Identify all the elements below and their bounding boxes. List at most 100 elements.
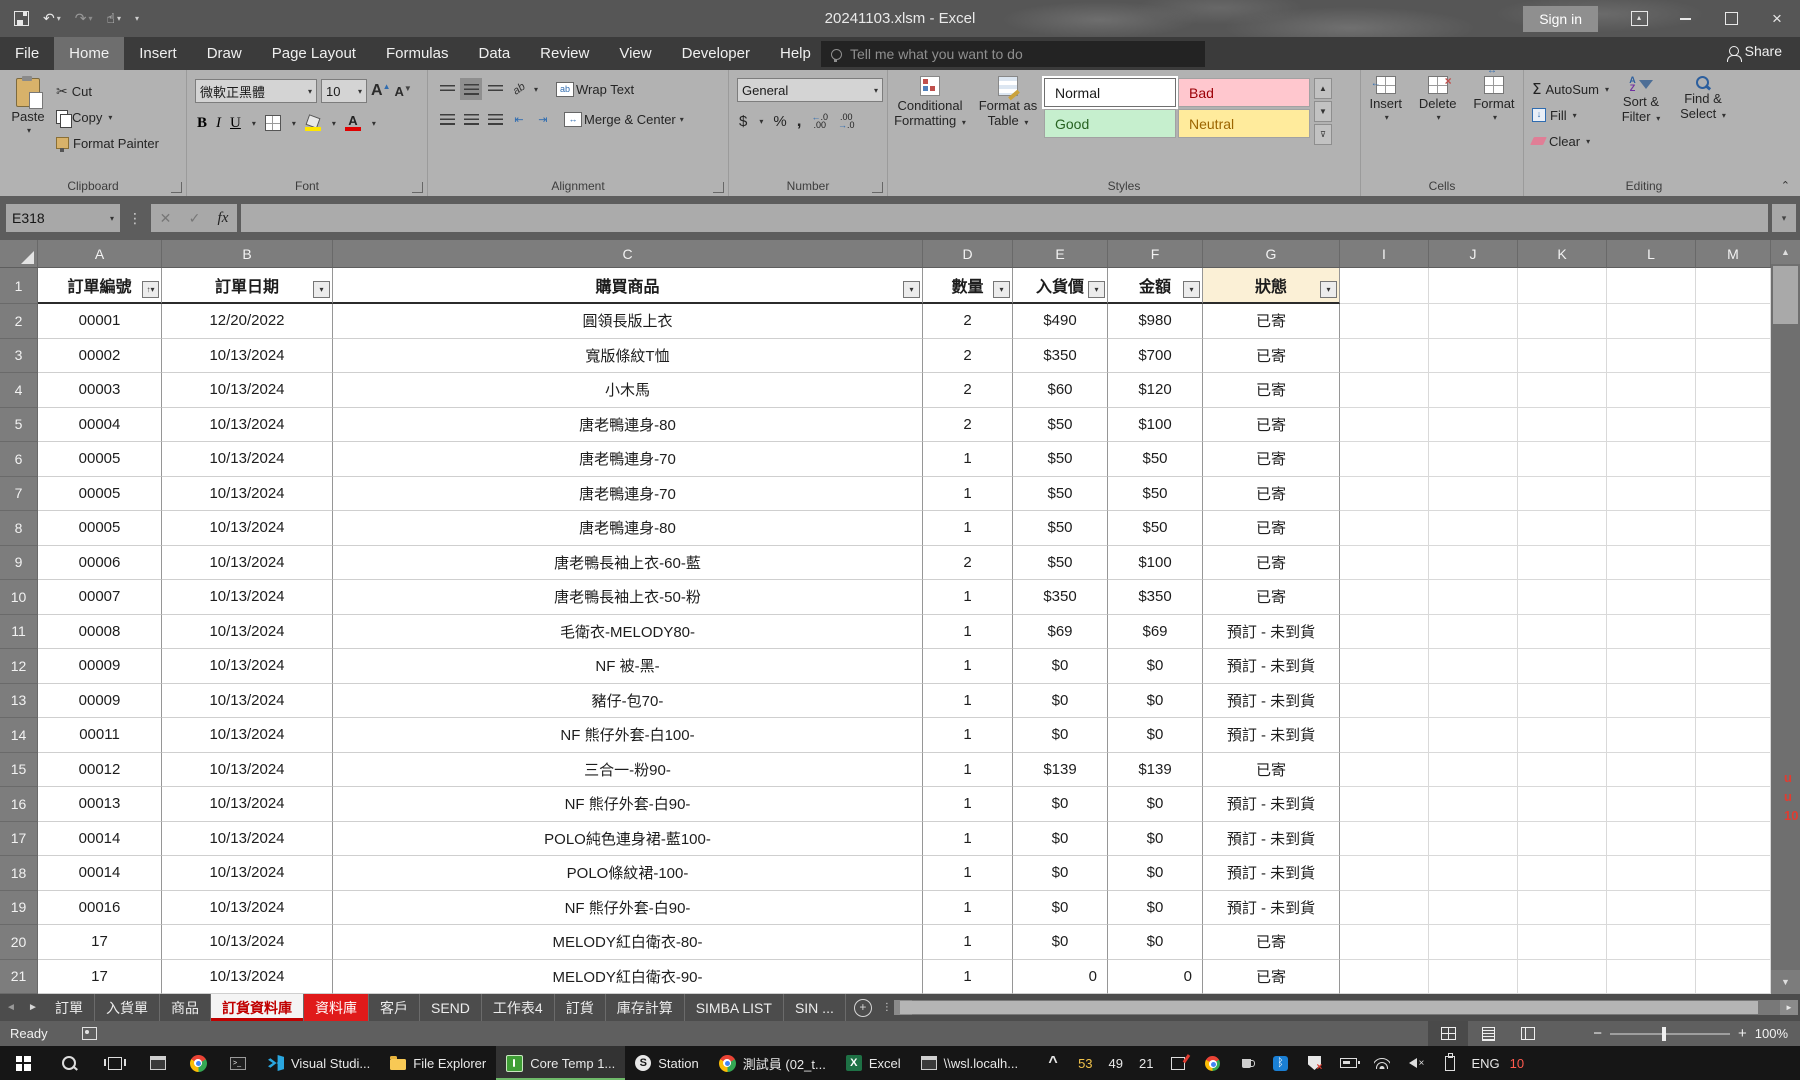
horizontal-scroll-thumb[interactable] [900,1001,1758,1014]
volume-button[interactable]: × [1399,1058,1433,1069]
sheet-nav-left[interactable]: ◄ [0,994,22,1021]
cell-A6[interactable]: 00005 [38,442,162,477]
cell-L13[interactable] [1607,684,1696,719]
column-header-B[interactable]: B [162,240,333,268]
cell-I2[interactable] [1340,304,1429,339]
row-header-19[interactable]: 19 [0,891,38,926]
save-button[interactable] [14,11,29,26]
cell-M4[interactable] [1696,373,1771,408]
cell-E6[interactable]: $50 [1013,442,1108,477]
insert-function-button[interactable]: fx [218,210,229,227]
taskbar-button--wsl-localh-[interactable]: \\wsl.localh... [911,1046,1028,1080]
cell-I7[interactable] [1340,477,1429,512]
row-header-3[interactable]: 3 [0,339,38,374]
column-header-F[interactable]: F [1108,240,1203,268]
cell-style-normal[interactable]: Normal [1044,78,1176,107]
cell-M19[interactable] [1696,891,1771,926]
decrease-font-button[interactable]: A▼ [394,84,411,99]
row-header-2[interactable]: 2 [0,304,38,339]
cell-L12[interactable] [1607,649,1696,684]
sheet-tab-6[interactable]: 客戶 [369,994,420,1021]
name-box[interactable]: E318▾ [6,204,120,232]
cell-J7[interactable] [1429,477,1518,512]
row-header-1[interactable]: 1 [0,268,38,304]
cell-J5[interactable] [1429,408,1518,443]
menu-tab-draw[interactable]: Draw [192,37,257,70]
cell-F5[interactable]: $100 [1108,408,1203,443]
cell-K8[interactable] [1518,511,1607,546]
redo-button[interactable]: ↷▾ [75,10,93,27]
cell-M2[interactable] [1696,304,1771,339]
clear-button[interactable]: Clear▾ [1532,128,1609,154]
app-tray-button[interactable] [1229,1059,1263,1068]
column-header-D[interactable]: D [923,240,1013,268]
formula-input[interactable] [241,204,1768,232]
cell-D3[interactable]: 2 [923,339,1013,374]
column-header-I[interactable]: I [1340,240,1429,268]
vertical-scrollbar[interactable]: ▲ ▼ [1771,240,1800,994]
cell-B21[interactable]: 10/13/2024 [162,960,333,995]
share-button[interactable]: Share [1729,43,1782,59]
select-all-corner[interactable] [0,240,38,268]
taskbar-button-file-explorer[interactable]: File Explorer [380,1046,496,1080]
zoom-slider[interactable] [1610,1033,1730,1035]
cell-I10[interactable] [1340,580,1429,615]
new-sheet-button[interactable]: + [854,999,872,1017]
cell-C20[interactable]: MELODY紅白衛衣-80- [333,925,923,960]
borders-icon[interactable] [265,115,281,131]
menu-tab-home[interactable]: Home [54,37,124,70]
sheet-tab-11[interactable]: SIMBA LIST [685,994,784,1021]
cell-J11[interactable] [1429,615,1518,650]
cell-B8[interactable]: 10/13/2024 [162,511,333,546]
terminal-pinned-button[interactable]: >_ [218,1046,258,1080]
cell-F4[interactable]: $120 [1108,373,1203,408]
zoom-level[interactable]: 100% [1755,1026,1788,1041]
menu-tab-review[interactable]: Review [525,37,604,70]
cell-I6[interactable] [1340,442,1429,477]
cell-I16[interactable] [1340,787,1429,822]
cell-J19[interactable] [1429,891,1518,926]
cell-F2[interactable]: $980 [1108,304,1203,339]
menu-tab-developer[interactable]: Developer [667,37,765,70]
cell-B1[interactable]: 訂單日期▾ [162,268,333,304]
column-header-G[interactable]: G [1203,240,1340,268]
close-button[interactable]: × [1754,0,1800,37]
cell-A19[interactable]: 00016 [38,891,162,926]
cell-M6[interactable] [1696,442,1771,477]
cell-I17[interactable] [1340,822,1429,857]
sheet-tab-4[interactable]: 訂貨資料庫 [211,994,304,1021]
cell-I8[interactable] [1340,511,1429,546]
cell-D21[interactable]: 1 [923,960,1013,995]
scroll-down-button[interactable]: ▼ [1771,970,1800,994]
notification-tool-button[interactable] [1161,1057,1195,1070]
cell-E11[interactable]: $69 [1013,615,1108,650]
cell-K11[interactable] [1518,615,1607,650]
cell-B13[interactable]: 10/13/2024 [162,684,333,719]
row-header-17[interactable]: 17 [0,822,38,857]
sheet-tab-1[interactable]: 訂單 [44,994,95,1021]
cell-C8[interactable]: 唐老鴨連身-80 [333,511,923,546]
maximize-button[interactable] [1708,0,1754,37]
cell-A13[interactable]: 00009 [38,684,162,719]
cell-E14[interactable]: $0 [1013,718,1108,753]
cell-K3[interactable] [1518,339,1607,374]
cell-J9[interactable] [1429,546,1518,581]
sheet-tab-2[interactable]: 入貨單 [95,994,160,1021]
cell-D19[interactable]: 1 [923,891,1013,926]
network-button[interactable] [1365,1058,1399,1069]
ribbon-display-options-button[interactable]: ▴ [1616,0,1662,37]
cell-E15[interactable]: $139 [1013,753,1108,788]
menu-tab-file[interactable]: File [0,37,54,70]
align-top-button[interactable] [436,78,458,100]
coretemp-value-2[interactable]: 49 [1101,1056,1131,1071]
cell-K17[interactable] [1518,822,1607,857]
increase-indent-button[interactable]: ⇥ [532,108,554,130]
cell-J6[interactable] [1429,442,1518,477]
find-select-button[interactable]: Find & Select ▾ [1673,70,1733,196]
cell-J13[interactable] [1429,684,1518,719]
cell-A15[interactable]: 00012 [38,753,162,788]
cell-E17[interactable]: $0 [1013,822,1108,857]
cell-G18[interactable]: 預訂 - 未到貨 [1203,856,1340,891]
delete-cells-button[interactable]: × Delete▾ [1419,70,1457,196]
sheet-tab-5[interactable]: 資料庫 [304,994,369,1021]
